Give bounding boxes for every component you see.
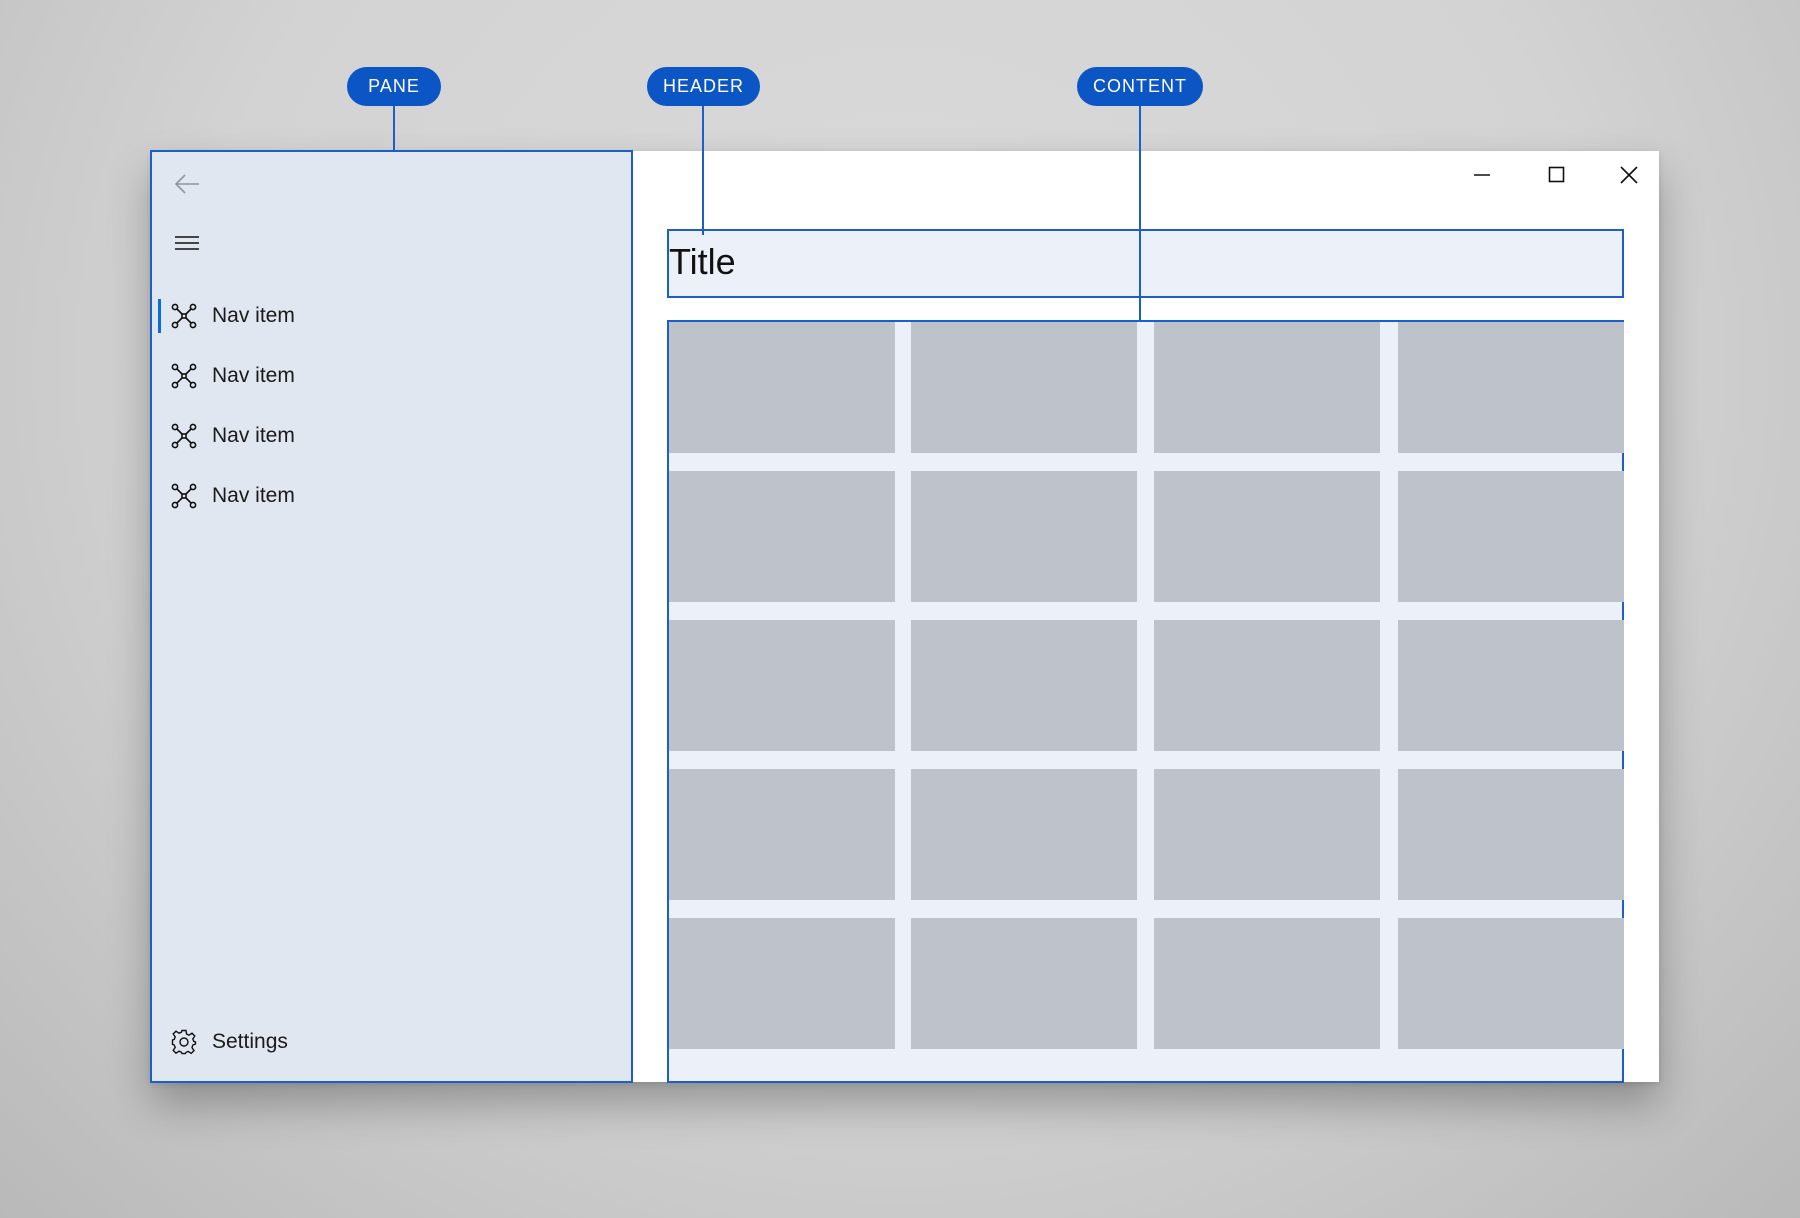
navigation-pane: Nav item Nav item Nav item Nav item Sett… [150, 150, 633, 1083]
nav-item-label: Nav item [212, 484, 295, 507]
page-title: Title [669, 241, 736, 282]
nav-item-2[interactable]: Nav item [152, 351, 631, 401]
maximize-icon [1548, 166, 1565, 183]
hamburger-menu-icon [175, 236, 199, 250]
content-callout-line [1139, 106, 1141, 322]
content-callout: CONTENT [1077, 67, 1203, 106]
nav-item-label: Nav item [212, 424, 295, 447]
header-region: Title [667, 229, 1624, 298]
content-tile[interactable] [1398, 471, 1624, 602]
header-callout-line [702, 106, 704, 235]
content-tile[interactable] [1154, 471, 1380, 602]
content-tile[interactable] [1398, 769, 1624, 900]
minimize-icon [1474, 174, 1490, 176]
content-tile[interactable] [669, 918, 895, 1049]
content-tile[interactable] [1154, 322, 1380, 453]
content-tile[interactable] [911, 471, 1137, 602]
network-icon [171, 423, 197, 449]
network-icon [171, 483, 197, 509]
menu-button[interactable] [172, 228, 202, 258]
back-button[interactable] [172, 169, 202, 199]
nav-item-label: Nav item [212, 304, 295, 327]
nav-item-label: Nav item [212, 364, 295, 387]
maximize-button[interactable] [1537, 158, 1577, 192]
minimize-button[interactable] [1462, 158, 1502, 192]
pane-callout-line [393, 106, 395, 151]
content-tile[interactable] [669, 322, 895, 453]
content-tile[interactable] [1154, 620, 1380, 751]
gear-icon [171, 1029, 197, 1055]
header-callout: HEADER [647, 67, 760, 106]
nav-item-3[interactable]: Nav item [152, 411, 631, 461]
content-tile[interactable] [1154, 769, 1380, 900]
back-arrow-icon [174, 174, 199, 194]
nav-item-1[interactable]: Nav item [152, 291, 631, 341]
content-tile[interactable] [911, 918, 1137, 1049]
close-button[interactable] [1609, 158, 1649, 192]
content-tile[interactable] [669, 769, 895, 900]
selection-indicator [158, 299, 161, 333]
settings-item[interactable]: Settings [152, 1017, 631, 1067]
content-region [667, 320, 1624, 1083]
nav-item-4[interactable]: Nav item [152, 471, 631, 521]
content-tile[interactable] [1398, 620, 1624, 751]
content-tile[interactable] [1154, 918, 1380, 1049]
content-tile[interactable] [911, 769, 1137, 900]
content-tile[interactable] [1398, 918, 1624, 1049]
content-tile[interactable] [911, 620, 1137, 751]
content-tile[interactable] [911, 322, 1137, 453]
content-tile[interactable] [1398, 322, 1624, 453]
settings-label: Settings [212, 1030, 288, 1053]
pane-callout: PANE [347, 67, 441, 106]
content-tile[interactable] [669, 620, 895, 751]
network-icon [171, 303, 197, 329]
content-tile[interactable] [669, 471, 895, 602]
close-icon [1620, 166, 1638, 184]
network-icon [171, 363, 197, 389]
